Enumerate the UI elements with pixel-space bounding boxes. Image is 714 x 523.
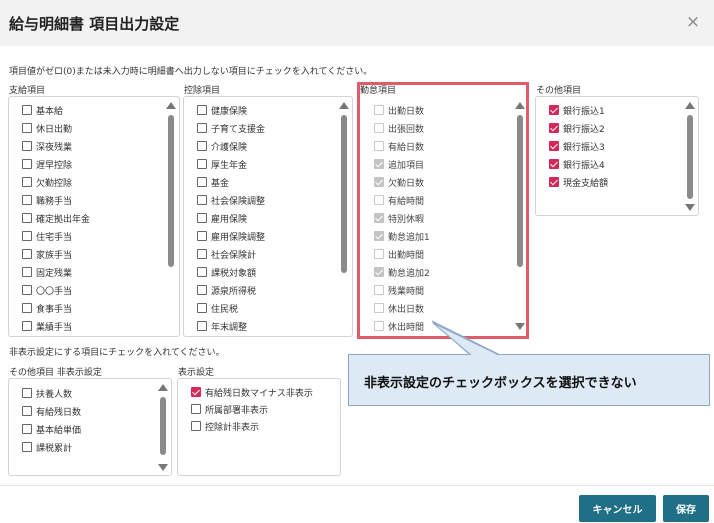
footer-divider [0,485,714,486]
callout-pointer-overlay [432,322,500,356]
cancel-button[interactable]: キャンセル [579,495,656,522]
save-button[interactable]: 保存 [663,495,709,522]
